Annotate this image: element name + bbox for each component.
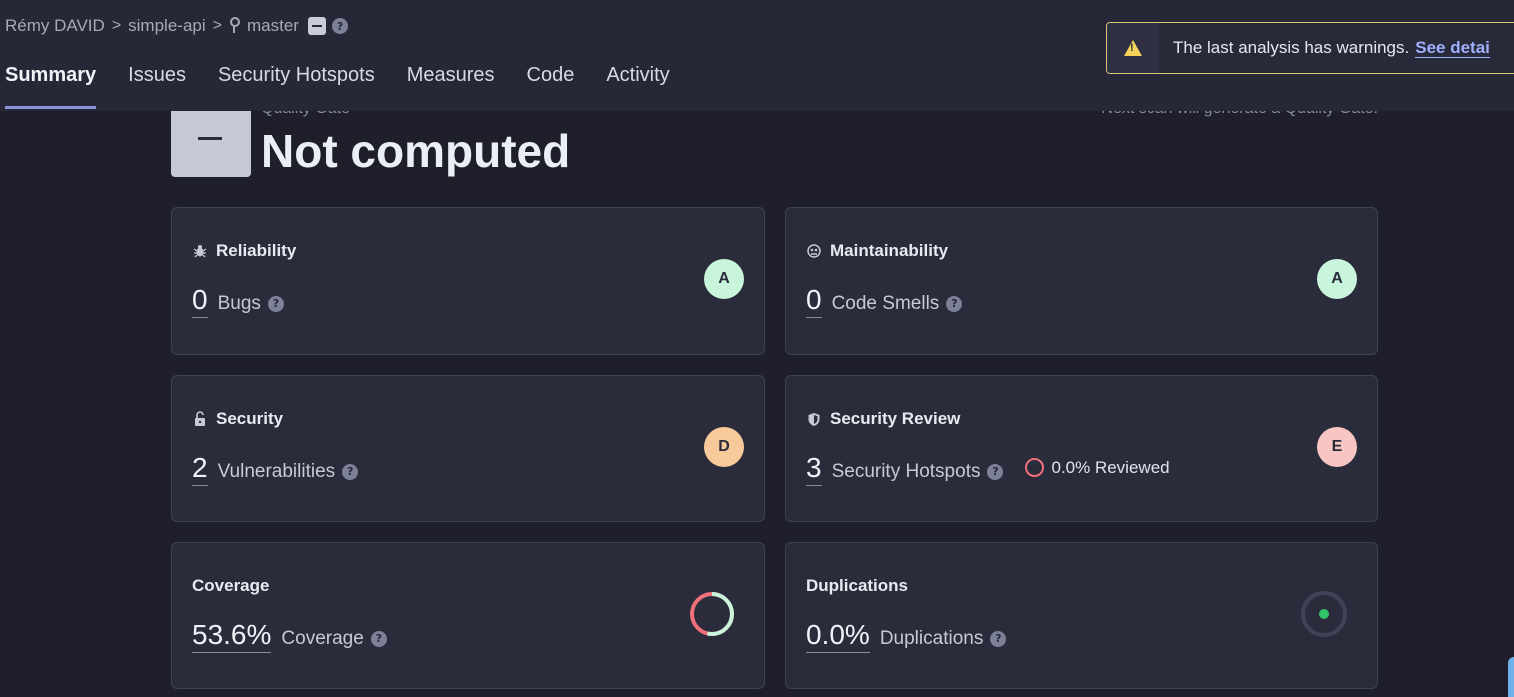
quality-gate-status-icon <box>171 105 251 177</box>
quality-gate-status: Not computed <box>261 125 571 177</box>
security-hotspots-count[interactable]: 3 <box>806 452 822 486</box>
reliability-title: Reliability <box>216 241 297 260</box>
card-title: Security Review <box>806 409 960 429</box>
maintainability-icon <box>806 243 822 259</box>
feedback-widget[interactable] <box>1508 657 1514 697</box>
security-review-rating[interactable]: E <box>1317 427 1357 467</box>
card-value: 2 Vulnerabilities ? <box>192 452 359 486</box>
coverage-title: Coverage <box>192 576 270 595</box>
card-value: 0 Bugs ? <box>192 284 284 318</box>
lock-icon <box>192 411 208 427</box>
card-title: Duplications <box>806 576 908 596</box>
analysis-warning-banner: The last analysis has warnings. See detai <box>1106 22 1514 74</box>
card-value: 53.6% Coverage ? <box>192 619 387 653</box>
security-card: Security 2 Vulnerabilities ? D <box>171 375 765 522</box>
reviewed-percent: 0.0% Reviewed <box>1051 457 1170 477</box>
vulnerabilities-label: Vulnerabilities <box>217 461 336 482</box>
breadcrumb-separator: > <box>111 17 122 34</box>
duplications-value[interactable]: 0.0% <box>806 619 870 653</box>
card-value: 0 Code Smells ? <box>806 284 963 318</box>
shield-icon <box>806 411 822 427</box>
coverage-value[interactable]: 53.6% <box>192 619 272 653</box>
tab-code[interactable]: Code <box>527 58 575 111</box>
branch-main-badge <box>307 17 326 35</box>
coverage-label: Coverage <box>281 628 364 649</box>
warning-message: The last analysis has warnings. See detai <box>1173 38 1490 58</box>
bugs-count[interactable]: 0 <box>192 284 208 318</box>
help-icon[interactable]: ? <box>331 18 348 34</box>
tab-issues[interactable]: Issues <box>128 58 186 111</box>
maintainability-card: Maintainability 0 Code Smells ? A <box>785 207 1378 355</box>
bug-icon <box>192 243 208 259</box>
security-review-title: Security Review <box>830 409 961 428</box>
tab-summary[interactable]: Summary <box>5 58 97 111</box>
see-details-link[interactable]: See detai <box>1415 38 1490 58</box>
breadcrumb-separator: > <box>212 17 222 34</box>
help-icon[interactable]: ? <box>987 463 1004 480</box>
duplications-label: Duplications <box>879 628 984 649</box>
breadcrumb: Rémy DAVID > simple-api > master ? <box>5 14 348 38</box>
reliability-card: Reliability 0 Bugs ? A <box>171 207 765 355</box>
bugs-label: Bugs <box>217 293 261 314</box>
security-rating[interactable]: D <box>704 427 744 467</box>
security-title: Security <box>216 409 284 428</box>
duplications-card: Duplications 0.0% Duplications ? <box>785 542 1378 689</box>
hotspots-reviewed[interactable]: 0.0% Reviewed <box>1025 457 1170 478</box>
help-icon[interactable]: ? <box>946 295 963 312</box>
card-title: Security <box>192 409 283 429</box>
duplications-title: Duplications <box>806 576 909 595</box>
breadcrumb-owner[interactable]: Rémy DAVID <box>5 16 105 36</box>
tab-security-hotspots[interactable]: Security Hotspots <box>218 58 375 111</box>
maintainability-title: Maintainability <box>830 241 949 260</box>
duplications-dot <box>1319 609 1329 619</box>
card-value: 0.0% Duplications ? <box>806 619 1007 653</box>
security-hotspots-label: Security Hotspots <box>831 461 981 482</box>
breadcrumb-project[interactable]: simple-api <box>128 16 205 36</box>
vulnerabilities-count[interactable]: 2 <box>192 452 208 486</box>
warning-icon-box <box>1107 23 1159 73</box>
maintainability-rating[interactable]: A <box>1317 259 1357 299</box>
card-title: Reliability <box>192 241 296 261</box>
branch-name[interactable]: master <box>247 16 299 36</box>
code-smells-count[interactable]: 0 <box>806 284 822 318</box>
help-icon[interactable]: ? <box>370 630 387 647</box>
coverage-donut-icon <box>690 592 734 636</box>
warning-icon <box>1124 40 1142 56</box>
help-icon[interactable]: ? <box>342 463 359 480</box>
card-value: 3 Security Hotspots ? 0.0% Reviewed <box>806 452 1170 486</box>
branch-icon <box>229 17 240 35</box>
security-review-card: Security Review 3 Security Hotspots ? 0.… <box>785 375 1378 522</box>
help-icon[interactable]: ? <box>990 630 1007 647</box>
tab-measures[interactable]: Measures <box>407 58 495 111</box>
project-header: Rémy DAVID > simple-api > master ? Summa… <box>0 0 1514 111</box>
warning-text: The last analysis has warnings. <box>1173 38 1410 57</box>
card-title: Coverage <box>192 576 269 596</box>
reliability-rating[interactable]: A <box>704 259 744 299</box>
code-smells-label: Code Smells <box>831 293 940 314</box>
help-icon[interactable]: ? <box>267 295 284 312</box>
reviewed-ring-icon <box>1025 458 1045 477</box>
duplications-icon <box>1301 591 1347 637</box>
coverage-card: Coverage 53.6% Coverage ? <box>171 542 765 689</box>
card-title: Maintainability <box>806 241 948 261</box>
tab-activity[interactable]: Activity <box>606 58 669 111</box>
project-tabs: Summary Issues Security Hotspots Measure… <box>5 58 702 111</box>
